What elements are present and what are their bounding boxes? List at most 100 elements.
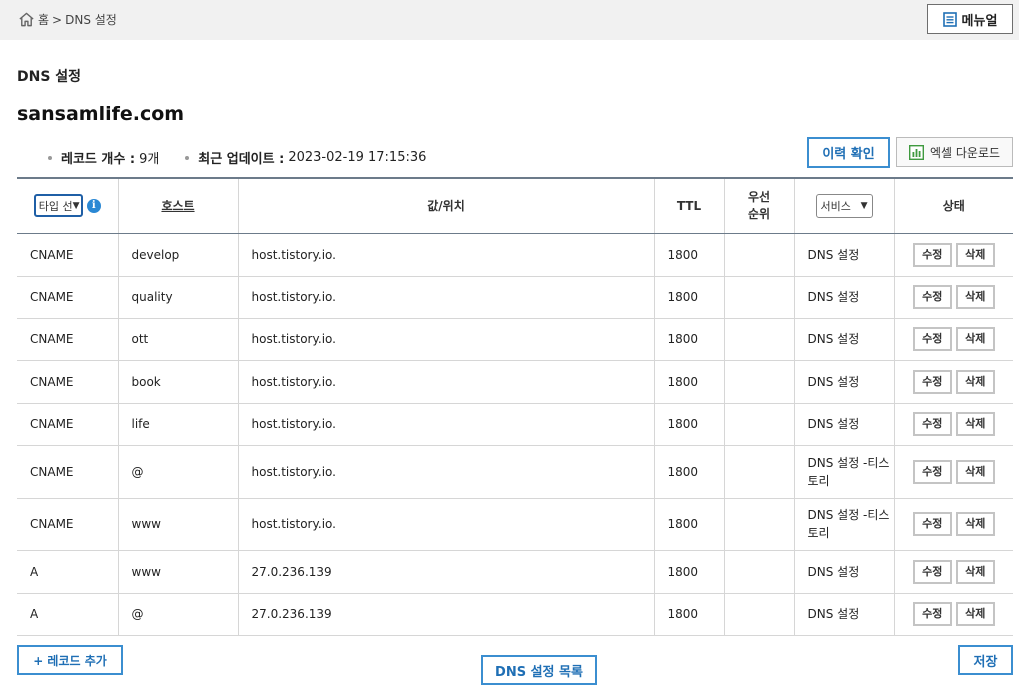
home-icon[interactable] <box>18 11 35 28</box>
value-cell: 27.0.236.139 <box>238 593 655 636</box>
type-cell: CNAME <box>17 403 119 446</box>
excel-chart-icon <box>908 144 924 160</box>
document-icon <box>942 11 957 27</box>
breadcrumb: 홈 > DNS 설정 <box>18 11 120 28</box>
priority-cell <box>724 233 795 277</box>
value-cell: host.tistory.io. <box>238 276 655 319</box>
ttl-cell: 1800 <box>654 445 725 499</box>
host-cell: ott <box>118 318 239 361</box>
table-row: CNAME www host.tistory.io. 1800 DNS 설정 -티스토리… <box>17 498 1013 551</box>
service-cell: DNS 설정 -티스토리 <box>794 445 895 499</box>
value-cell: host.tistory.io. <box>238 233 655 277</box>
state-cell: 수정 삭제 <box>894 593 1013 636</box>
priority-cell <box>724 403 795 446</box>
state-cell: 수정 삭제 <box>894 276 1013 319</box>
table-row: CNAME develop host.tistory.io. 1800 DNS 설정 수정… <box>17 233 1013 277</box>
service-cell: DNS 설정 <box>794 403 895 446</box>
edit-button[interactable]: 수정 <box>912 242 952 267</box>
breadcrumb-home[interactable]: 홈 <box>38 11 49 28</box>
host-cell: life <box>118 403 239 446</box>
value-cell: host.tistory.io. <box>238 360 655 404</box>
state-cell: 수정 삭제 <box>894 318 1013 361</box>
priority-cell <box>724 550 795 594</box>
edit-button[interactable]: 수정 <box>912 602 952 626</box>
dns-records-table: 타입 선 ▼ i 호스트 값/위치 TTL 우선 순위 서비스 ▼ 상태 CNA… <box>17 177 1013 636</box>
ttl-cell: 1800 <box>654 550 725 594</box>
edit-button[interactable]: 수정 <box>912 327 952 351</box>
priority-cell <box>724 276 795 319</box>
records-body: CNAME develop host.tistory.io. 1800 DNS 설정 수정… <box>17 233 1013 636</box>
priority-cell <box>724 360 795 404</box>
manual-button[interactable]: 메뉴얼 <box>927 4 1013 34</box>
ttl-cell: 1800 <box>654 360 725 404</box>
service-cell: DNS 설정 <box>794 318 895 361</box>
manual-label: 메뉴얼 <box>961 13 998 29</box>
domain-name: sansamlife.com <box>17 103 185 125</box>
host-cell: @ <box>118 445 239 499</box>
delete-button[interactable]: 삭제 <box>955 559 995 584</box>
record-count-value: 9개 <box>139 152 160 167</box>
save-button[interactable]: 저장 <box>958 645 1013 675</box>
edit-button[interactable]: 수정 <box>912 459 952 484</box>
bullet-dot <box>48 155 52 160</box>
top-bar: 홈 > DNS 설정 메뉴얼 <box>0 0 1019 40</box>
record-summary: 레코드 개수 : 9개 최근 업데이트 : 2023-02-19 17:15:3… <box>48 148 426 167</box>
delete-button[interactable]: 삭제 <box>955 242 995 267</box>
history-button[interactable]: 이력 확인 <box>807 137 890 168</box>
host-header-label[interactable]: 호스트 <box>161 199 194 213</box>
dns-list-button[interactable]: DNS 설정 목록 <box>481 655 597 685</box>
value-cell: host.tistory.io. <box>238 403 655 446</box>
edit-button[interactable]: 수정 <box>912 369 952 394</box>
value-cell: host.tistory.io. <box>238 498 655 551</box>
type-select[interactable]: 타입 선 ▼ <box>33 194 83 218</box>
value-cell: host.tistory.io. <box>238 445 655 499</box>
state-cell: 수정 삭제 <box>894 233 1013 277</box>
table-row: CNAME @ host.tistory.io. 1800 DNS 설정 -티스토리 수정… <box>17 445 1013 499</box>
edit-button[interactable]: 수정 <box>912 559 952 584</box>
delete-button[interactable]: 삭제 <box>955 327 995 351</box>
table-row: CNAME ott host.tistory.io. 1800 DNS 설정 수정 삭제 <box>17 318 1013 361</box>
delete-button[interactable]: 삭제 <box>955 602 995 626</box>
service-select[interactable]: 서비스 ▼ <box>815 193 873 218</box>
page-title: DNS 설정 <box>17 69 82 85</box>
edit-button[interactable]: 수정 <box>912 285 952 309</box>
delete-button[interactable]: 삭제 <box>955 369 995 394</box>
edit-button[interactable]: 수정 <box>912 512 952 536</box>
delete-button[interactable]: 삭제 <box>955 459 995 484</box>
header-host[interactable]: 호스트 <box>118 177 239 234</box>
priority-cell <box>724 445 795 499</box>
table-row: Awww 27.0.236.139 1800 DNS 설정 수정 삭제 <box>17 550 1013 594</box>
state-cell: 수정 삭제 <box>894 445 1013 499</box>
host-cell: @ <box>118 593 239 636</box>
type-cell: A <box>17 550 119 594</box>
delete-button[interactable]: 삭제 <box>955 412 995 436</box>
bullet-dot <box>185 155 190 160</box>
edit-button[interactable]: 수정 <box>912 412 952 436</box>
header-value: 값/위치 <box>238 177 655 234</box>
breadcrumb-separator: > <box>52 12 63 27</box>
type-cell: CNAME <box>17 445 119 499</box>
state-cell: 수정 삭제 <box>894 403 1013 446</box>
service-select-value: 서비스 <box>820 199 851 213</box>
service-cell: DNS 설정 -티스토리 <box>794 498 895 551</box>
state-cell: 수정 삭제 <box>894 498 1013 551</box>
excel-download-label: 엑셀 다운로드 <box>929 145 1001 160</box>
add-record-button[interactable]: + 레코드 추가 <box>17 645 123 675</box>
priority-line-1: 우선 <box>747 189 771 204</box>
host-cell: book <box>118 360 239 404</box>
info-icon[interactable]: i <box>86 198 101 213</box>
excel-download-button[interactable]: 엑셀 다운로드 <box>896 137 1013 167</box>
type-select-value: 타입 선 <box>38 199 73 213</box>
header-priority: 우선 순위 <box>724 177 795 234</box>
ttl-cell: 1800 <box>654 276 725 319</box>
breadcrumb-current: DNS 설정 <box>65 13 117 27</box>
priority-cell <box>724 498 795 551</box>
delete-button[interactable]: 삭제 <box>955 512 995 536</box>
type-cell: CNAME <box>17 233 119 277</box>
table-row: CNAME life host.tistory.io. 1800 DNS 설정 수정 삭제 <box>17 403 1013 446</box>
service-cell: DNS 설정 <box>794 276 895 319</box>
state-cell: 수정 삭제 <box>894 550 1013 594</box>
priority-line-2: 순위 <box>747 206 771 221</box>
header-ttl: TTL <box>654 177 725 234</box>
delete-button[interactable]: 삭제 <box>955 285 995 309</box>
